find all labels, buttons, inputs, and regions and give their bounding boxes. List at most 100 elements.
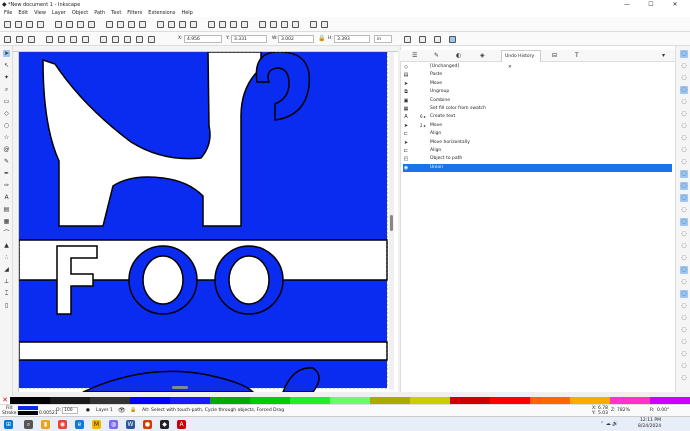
layer-visibility-icon[interactable]: ●: [86, 408, 90, 413]
print-icon[interactable]: [37, 21, 44, 28]
chrome-icon[interactable]: ◉: [58, 420, 67, 429]
snap-others-icon[interactable]: ◌: [680, 278, 688, 286]
snap-intersection-icon[interactable]: ◌: [680, 146, 688, 154]
cut-icon[interactable]: [117, 21, 124, 28]
snap-path-icon[interactable]: ◌: [680, 134, 688, 142]
fill-swatch[interactable]: [18, 406, 38, 410]
tab-undo-history[interactable]: Undo History ✕: [501, 50, 541, 70]
snap-tangential-icon[interactable]: ◌: [680, 326, 688, 334]
palette-swatch[interactable]: [570, 397, 610, 404]
redo-icon[interactable]: [88, 21, 95, 28]
3dbox-tool-icon[interactable]: ◇: [3, 110, 10, 117]
rotate-cw-icon[interactable]: [58, 36, 65, 43]
history-item[interactable]: ◰ Object to path: [403, 155, 672, 163]
history-item[interactable]: A 6 ▸ Create text: [403, 113, 672, 121]
new-icon[interactable]: [4, 21, 11, 28]
zoom-page-icon[interactable]: [168, 21, 175, 28]
raise-icon[interactable]: [112, 36, 119, 43]
clone-icon[interactable]: [190, 21, 197, 28]
palette-swatch[interactable]: [50, 397, 90, 404]
palette-swatch[interactable]: [490, 397, 530, 404]
palette-swatch[interactable]: [90, 397, 130, 404]
menu-filters[interactable]: Filters: [127, 10, 142, 16]
layers-icon[interactable]: [281, 21, 288, 28]
snap-extra4-icon[interactable]: ◌: [680, 374, 688, 382]
file-explorer-icon[interactable]: ▮: [41, 420, 50, 429]
zoom-field[interactable]: 782%: [617, 408, 630, 413]
lock-icon[interactable]: 🔒: [318, 35, 325, 42]
rect-tool-icon[interactable]: ▭: [3, 98, 10, 105]
menu-view[interactable]: View: [34, 10, 46, 16]
connector-tool-icon[interactable]: ⟂: [3, 278, 10, 285]
palette-swatch[interactable]: [650, 397, 690, 404]
palette-swatch[interactable]: [170, 397, 210, 404]
clock-time[interactable]: 12:11 PM: [640, 418, 661, 423]
snap-cusp-icon[interactable]: ◌: [680, 158, 688, 166]
snap-text-baseline-icon[interactable]: ◌: [680, 230, 688, 238]
menu-text[interactable]: Text: [111, 10, 121, 16]
flip-vertical-icon[interactable]: [82, 36, 89, 43]
calligraphy-tool-icon[interactable]: ✑: [3, 182, 10, 189]
select-all-icon[interactable]: [4, 36, 11, 43]
menu-extensions[interactable]: Extensions: [148, 10, 175, 16]
history-item[interactable]: ▦ Set fill color from swatch: [403, 105, 672, 113]
x-field[interactable]: 4.956: [184, 35, 222, 43]
transform-stroke-icon[interactable]: [404, 36, 411, 43]
palette-swatch[interactable]: [290, 397, 330, 404]
snap-bbox-corner-icon[interactable]: ◌: [680, 86, 688, 94]
dropper-tool-icon[interactable]: ⌒: [3, 230, 10, 237]
opacity-field[interactable]: 100: [62, 407, 78, 414]
menu-layer[interactable]: Layer: [52, 10, 66, 16]
export-icon[interactable]: [66, 21, 73, 28]
snap-grid-icon[interactable]: ◌: [680, 254, 688, 262]
snap-rotation-icon[interactable]: ◌: [680, 218, 688, 226]
tab-fill-stroke-icon[interactable]: ✎: [434, 52, 439, 59]
ungroup-icon[interactable]: [230, 21, 237, 28]
snap-page-icon[interactable]: ◌: [680, 242, 688, 250]
spray-tool-icon[interactable]: ∴: [3, 254, 10, 261]
unit-select[interactable]: in: [374, 35, 392, 43]
spiral-tool-icon[interactable]: @: [3, 146, 10, 153]
snap-bbox-edge-icon[interactable]: ◌: [680, 74, 688, 82]
ellipse-tool-icon[interactable]: ○: [3, 122, 10, 129]
flip-horizontal-icon[interactable]: [70, 36, 77, 43]
w-field[interactable]: 3.002: [278, 35, 314, 43]
group-icon[interactable]: [219, 21, 226, 28]
history-item[interactable]: ➤ 2 ▸ Move: [403, 122, 672, 130]
raise-top-icon[interactable]: [100, 36, 107, 43]
history-item[interactable]: ▣ Combine: [403, 97, 672, 105]
stroke-swatch[interactable]: [18, 411, 38, 415]
palette-swatch[interactable]: [210, 397, 250, 404]
snap-line-mid-icon[interactable]: ◌: [680, 182, 688, 190]
snap-guide-icon[interactable]: ◌: [680, 266, 688, 274]
palette-swatch[interactable]: [370, 397, 410, 404]
zoom-selection-icon[interactable]: [139, 21, 146, 28]
paste-icon[interactable]: [128, 21, 135, 28]
history-item[interactable]: ⊏ Align: [403, 130, 672, 138]
preferences-icon[interactable]: [321, 21, 328, 28]
unlink-clone-icon[interactable]: [208, 21, 215, 28]
palette-swatch[interactable]: [410, 397, 450, 404]
undo-icon[interactable]: [77, 21, 84, 28]
save-icon[interactable]: [26, 21, 33, 28]
vertical-scroll-thumb[interactable]: [390, 215, 393, 231]
touch-select-icon[interactable]: [148, 36, 155, 43]
snap-bbox-center-icon[interactable]: ◌: [680, 110, 688, 118]
import-icon[interactable]: [55, 21, 62, 28]
menu-edit[interactable]: Edit: [18, 10, 28, 16]
canvas[interactable]: [13, 46, 398, 392]
measure-tool-icon[interactable]: ⌶: [3, 290, 10, 297]
no-paint-swatch[interactable]: ✕: [0, 397, 10, 404]
mesh-tool-icon[interactable]: ▦: [3, 218, 10, 225]
text-font-icon[interactable]: [270, 21, 277, 28]
snap-alignment-icon[interactable]: ◌: [680, 290, 688, 298]
snap-object-mid-icon[interactable]: ◌: [680, 194, 688, 202]
xml-editor-icon[interactable]: [241, 21, 248, 28]
snap-center-icon[interactable]: ◌: [680, 206, 688, 214]
horizontal-scroll-thumb[interactable]: [172, 386, 188, 389]
tab-swatches-icon[interactable]: ◐: [456, 52, 461, 59]
clock-date[interactable]: 8/24/2024: [638, 424, 661, 429]
select-all-layers-icon[interactable]: [16, 36, 23, 43]
history-item-count[interactable]: 2 ▸: [420, 122, 426, 130]
snap-distribution-icon[interactable]: ◌: [680, 302, 688, 310]
